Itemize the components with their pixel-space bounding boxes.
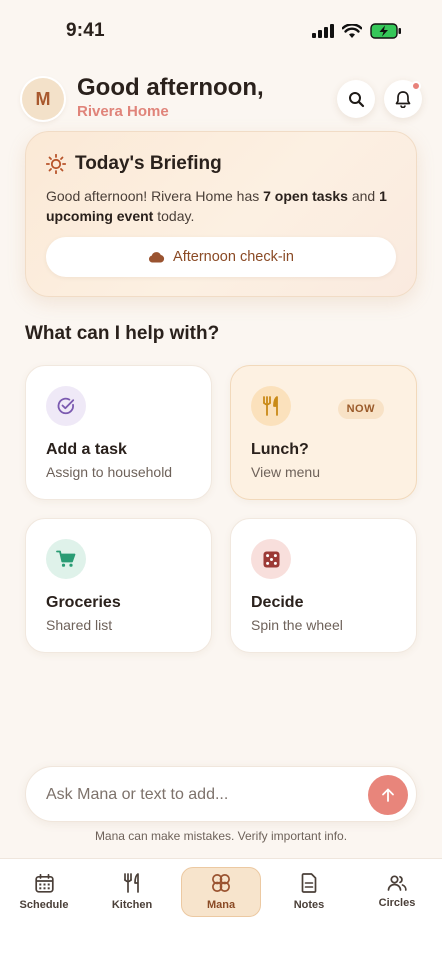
tab-label: Kitchen [111,899,153,911]
search-button[interactable] [337,80,375,118]
household-name[interactable]: Rivera Home [77,103,169,120]
battery-charging-icon [370,23,401,39]
open-tasks-count: 7 open tasks [263,188,348,204]
clover-icon [212,874,230,892]
add-task-tile[interactable]: Add a task Assign to household [25,365,212,500]
signal-icon [312,24,334,38]
help-heading: What can I help with? [25,323,220,344]
briefing-summary: Good afternoon! Rivera Home has 7 open t… [46,188,387,224]
checkin-label: Afternoon check-in [173,249,294,265]
tile-title: Groceries [46,594,121,611]
status-time: 9:41 [66,20,105,41]
tile-title: Decide [251,594,304,611]
now-badge: NOW [337,399,384,419]
ask-bar [25,766,417,823]
cart-icon [56,550,76,567]
notifications-button[interactable] [384,80,422,118]
decide-tile[interactable]: Decide Spin the wheel [230,518,417,653]
fork-knife-icon [124,873,139,893]
notification-badge [411,81,421,91]
tile-title: Lunch? [251,441,309,458]
lunch-tile[interactable]: NOW Lunch? View menu [230,365,417,500]
tile-subtitle: View menu [251,464,321,480]
search-icon [348,91,364,107]
tile-subtitle: Shared list [46,617,113,633]
tile-icon-bg [46,386,86,426]
bottom-tab-bar: Schedule Kitchen Mana Notes Circles [0,858,442,960]
tile-subtitle: Spin the wheel [251,617,343,633]
tile-subtitle: Assign to household [46,464,173,480]
document-icon [301,873,317,893]
tile-icon-bg [46,539,86,579]
people-icon [387,875,407,891]
greeting-title: Good afternoon, [77,74,264,101]
avatar[interactable]: M [22,78,64,120]
arrow-up-icon [382,788,394,802]
tab-schedule[interactable]: Schedule [4,867,84,917]
afternoon-checkin-button[interactable]: Afternoon check-in [46,237,396,277]
briefing-card: Today's Briefing Good afternoon! Rivera … [25,131,417,297]
tab-label: Notes [293,899,325,911]
sun-icon [46,154,66,174]
send-button[interactable] [368,775,408,815]
briefing-title: Today's Briefing [75,153,222,174]
tile-icon-bg [251,539,291,579]
disclaimer-text: Mana can make mistakes. Verify important… [94,829,348,843]
ask-input[interactable] [46,767,356,823]
tile-icon-bg [251,386,291,426]
status-icons [312,23,402,39]
tile-title: Add a task [46,441,127,458]
fork-knife-icon [263,396,278,416]
tab-notes[interactable]: Notes [269,867,349,917]
tab-label: Schedule [19,898,69,911]
tab-label: Circles [378,897,416,909]
tab-label: Mana [206,899,236,911]
bell-icon [395,91,411,108]
wifi-icon [342,23,362,38]
tab-circles[interactable]: Circles [357,867,437,917]
cloud-icon [149,252,165,263]
tab-kitchen[interactable]: Kitchen [92,867,172,917]
tab-mana[interactable]: Mana [181,867,261,917]
groceries-tile[interactable]: Groceries Shared list [25,518,212,653]
check-circle-icon [57,397,75,415]
calendar-icon [34,873,54,893]
dice-icon [263,551,279,567]
